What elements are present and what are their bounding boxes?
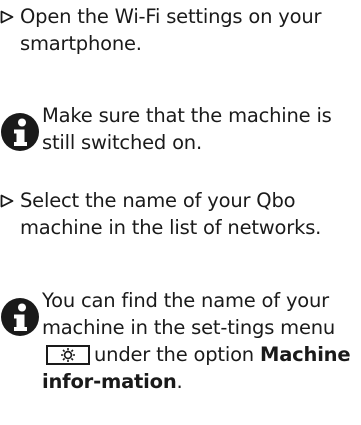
note-text-part2: under the option [94,343,254,366]
step-text: Open the Wi-Fi settings on your smartpho… [20,5,322,55]
settings-menu-icon [46,345,90,365]
instruction-step-1: Open the Wi-Fi settings on your smartpho… [0,3,340,57]
info-note-1: Make sure that the machine is still swit… [0,102,358,156]
step-text: Select the name of your Qbo machine in t… [20,189,322,239]
step-arrow-icon [0,3,20,24]
instruction-step-2: Select the name of your Qbo machine in t… [0,187,340,241]
info-icon [0,297,40,337]
note-text: You can find the name of your machine in… [42,287,358,395]
note-text: Make sure that the machine is still swit… [42,104,332,154]
info-icon [0,112,40,152]
info-note-2: You can find the name of your machine in… [0,287,358,395]
step-arrow-icon [0,187,20,208]
note-text-part1: You can find the name of your machine in… [42,289,336,339]
note-text-end: . [176,370,183,393]
